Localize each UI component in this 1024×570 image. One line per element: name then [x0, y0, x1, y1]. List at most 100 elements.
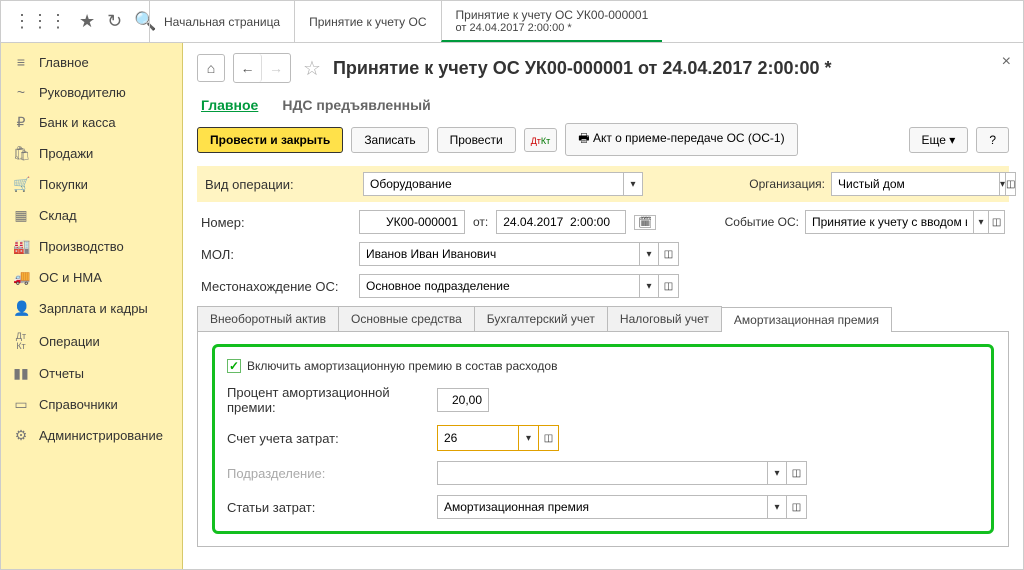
calendar-icon[interactable]: 🗓: [634, 215, 656, 230]
gear-icon: ⚙: [13, 427, 29, 444]
location-label: Местонахождение ОС:: [201, 279, 351, 294]
factory-icon: 🏭: [13, 238, 29, 255]
print-act-button[interactable]: 🖶 Акт о приеме-передаче ОС (ОС-1): [565, 123, 797, 156]
post-and-close-button[interactable]: Провести и закрыть: [197, 127, 343, 153]
percent-label: Процент амортизационной премии:: [227, 385, 427, 415]
bonus-highlight-box: ✓ Включить амортизационную премию в сост…: [212, 344, 994, 534]
star-icon[interactable]: ★: [79, 11, 95, 32]
tab-sublabel: от 24.04.2017 2:00:00 *: [456, 22, 649, 34]
bag-icon: 🛍: [13, 145, 29, 162]
sidebar-item-operations[interactable]: ДтКтОперации: [1, 324, 182, 358]
ruble-icon: ₽: [13, 114, 29, 131]
tab-asset-accept-list[interactable]: Принятие к учету ОС: [294, 1, 440, 42]
sidebar-item-sales[interactable]: 🛍 Продажи: [1, 138, 182, 169]
dropdown-icon[interactable]: ▾: [767, 461, 787, 485]
sidebar-item-label: Банк и касса: [39, 115, 116, 130]
sidebar-item-label: Главное: [39, 55, 89, 70]
number-field[interactable]: [359, 210, 465, 234]
dropdown-icon[interactable]: ▾: [767, 495, 787, 519]
sidebar-item-warehouse[interactable]: ▦Склад: [1, 200, 182, 231]
favorite-star-icon[interactable]: ☆: [303, 56, 321, 81]
sidebar-item-salary[interactable]: 👤Зарплата и кадры: [1, 293, 182, 324]
event-field[interactable]: [805, 210, 973, 234]
tab-label: Принятие к учету ОС УК00-000001: [456, 8, 649, 22]
truck-icon: 🚚: [13, 269, 29, 286]
boxes-icon: ▦: [13, 207, 29, 224]
post-button[interactable]: Провести: [437, 127, 516, 153]
sidebar-item-manager[interactable]: ~Руководителю: [1, 77, 182, 107]
cost-item-field[interactable]: [437, 495, 767, 519]
percent-field[interactable]: [437, 388, 489, 412]
history-icon[interactable]: ↻: [107, 11, 122, 32]
open-ref-icon[interactable]: ◫: [1006, 172, 1016, 196]
tab-noncurrent-asset[interactable]: Внеоборотный актив: [197, 306, 339, 331]
section-tab-main[interactable]: Главное: [201, 97, 258, 113]
sidebar-item-production[interactable]: 🏭Производство: [1, 231, 182, 262]
apps-icon[interactable]: ⋮⋮⋮: [13, 11, 67, 32]
sidebar-item-label: Справочники: [39, 397, 118, 412]
help-button[interactable]: ?: [976, 127, 1009, 153]
open-tabs: Начальная страница Принятие к учету ОС П…: [149, 1, 662, 42]
tab-asset-accept-doc[interactable]: Принятие к учету ОС УК00-000001 от 24.04…: [441, 1, 663, 42]
dropdown-icon[interactable]: ▾: [639, 274, 659, 298]
document-title: Принятие к учету ОС УК00-000001 от 24.04…: [333, 58, 832, 79]
sidebar-item-catalogs[interactable]: ▭ Справочники: [1, 389, 182, 420]
op-type-label: Вид операции:: [205, 177, 355, 192]
sidebar-item-label: ОС и НМА: [39, 270, 102, 285]
sidebar: ≡Главное ~Руководителю ₽ Банк и касса 🛍 Пр…: [1, 43, 183, 569]
back-button[interactable]: ←: [234, 54, 262, 82]
more-button[interactable]: Еще ▾: [909, 127, 969, 153]
dropdown-icon[interactable]: ▾: [639, 242, 659, 266]
cost-account-field[interactable]: [438, 426, 518, 450]
chevron-down-icon: ▾: [949, 133, 955, 147]
more-label: Еще: [922, 133, 946, 147]
org-label: Организация:: [749, 177, 825, 191]
tab-home[interactable]: Начальная страница: [149, 1, 294, 42]
open-ref-icon[interactable]: ◫: [787, 495, 807, 519]
subdivision-field[interactable]: [437, 461, 767, 485]
tab-tax-accounting[interactable]: Налоговый учет: [607, 306, 722, 331]
section-tab-vat[interactable]: НДС предъявленный: [282, 97, 430, 113]
sidebar-item-reports[interactable]: ▮▮Отчеты: [1, 358, 182, 389]
dtkt-icon: ДтКт: [13, 331, 29, 351]
org-field[interactable]: [831, 172, 999, 196]
sidebar-item-purchases[interactable]: 🛒 Покупки: [1, 169, 182, 200]
open-ref-icon[interactable]: ◫: [989, 210, 1005, 234]
dropdown-icon[interactable]: ▾: [518, 426, 538, 450]
subdivision-label: Подразделение:: [227, 466, 427, 481]
sidebar-item-admin[interactable]: ⚙Администрирование: [1, 420, 182, 451]
dropdown-icon[interactable]: ▾: [973, 210, 989, 234]
document-content: × ⌂ ← → ☆ Принятие к учету ОС УК00-00000…: [183, 43, 1023, 569]
printer-icon: 🖶: [578, 131, 589, 145]
sidebar-item-label: Зарплата и кадры: [39, 301, 148, 316]
tab-label: Принятие к учету ОС: [309, 15, 426, 29]
book-icon: ▭: [13, 396, 29, 413]
dropdown-icon[interactable]: ▾: [999, 172, 1006, 196]
open-ref-icon[interactable]: ◫: [659, 274, 679, 298]
date-field[interactable]: [496, 210, 626, 234]
home-button[interactable]: ⌂: [197, 54, 225, 82]
sidebar-item-label: Руководителю: [39, 85, 126, 100]
sidebar-item-label: Покупки: [39, 177, 88, 192]
op-type-field[interactable]: [363, 172, 623, 196]
tab-label: Начальная страница: [164, 15, 280, 29]
open-ref-icon[interactable]: ◫: [538, 426, 558, 450]
location-field[interactable]: [359, 274, 639, 298]
cart-icon: 🛒: [13, 176, 29, 193]
tab-fixed-assets[interactable]: Основные средства: [338, 306, 475, 331]
tab-depreciation-bonus[interactable]: Амортизационная премия: [721, 307, 892, 332]
debit-credit-button[interactable]: ДтКт: [524, 128, 558, 152]
dropdown-icon[interactable]: ▾: [623, 172, 643, 196]
include-bonus-checkbox[interactable]: ✓: [227, 359, 241, 373]
sidebar-item-main[interactable]: ≡Главное: [1, 47, 182, 77]
tab-accounting[interactable]: Бухгалтерский учет: [474, 306, 608, 331]
open-ref-icon[interactable]: ◫: [787, 461, 807, 485]
sidebar-item-assets[interactable]: 🚚 ОС и НМА: [1, 262, 182, 293]
sidebar-item-label: Продажи: [39, 146, 93, 161]
sidebar-item-bank[interactable]: ₽ Банк и касса: [1, 107, 182, 138]
mol-field[interactable]: [359, 242, 639, 266]
sidebar-item-label: Отчеты: [39, 366, 84, 381]
close-icon[interactable]: ×: [1002, 53, 1011, 71]
open-ref-icon[interactable]: ◫: [659, 242, 679, 266]
save-button[interactable]: Записать: [351, 127, 428, 153]
